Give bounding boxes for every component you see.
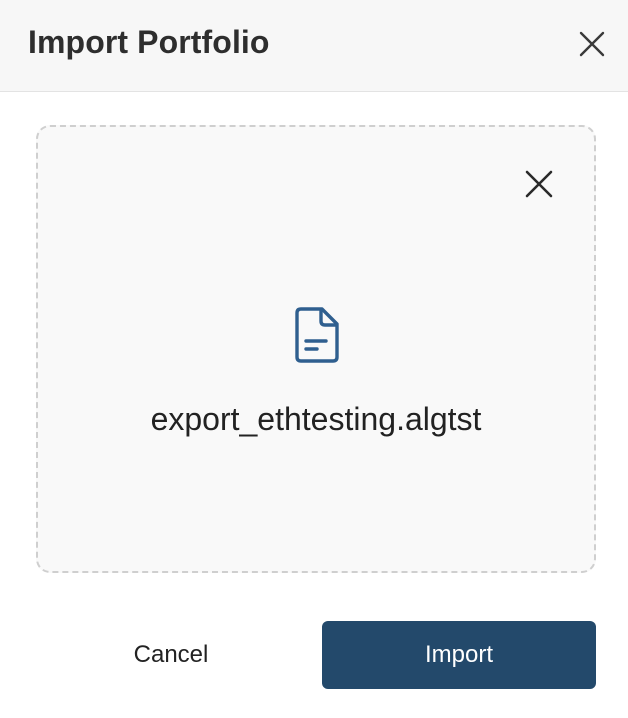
close-icon (579, 31, 605, 57)
document-icon (295, 307, 339, 363)
dialog-title: Import Portfolio (28, 24, 270, 60)
close-icon (525, 170, 553, 198)
dialog-header: Import Portfolio (0, 0, 628, 92)
import-button[interactable]: Import (322, 621, 596, 689)
close-dialog-button[interactable] (574, 26, 610, 62)
cancel-button[interactable]: Cancel (70, 621, 272, 689)
remove-file-button[interactable] (520, 165, 558, 203)
import-portfolio-dialog: Import Portfolio export_ethtesting.algts… (0, 0, 628, 718)
file-dropzone[interactable]: export_ethtesting.algtst (36, 125, 596, 573)
file-name: export_ethtesting.algtst (150, 401, 482, 437)
